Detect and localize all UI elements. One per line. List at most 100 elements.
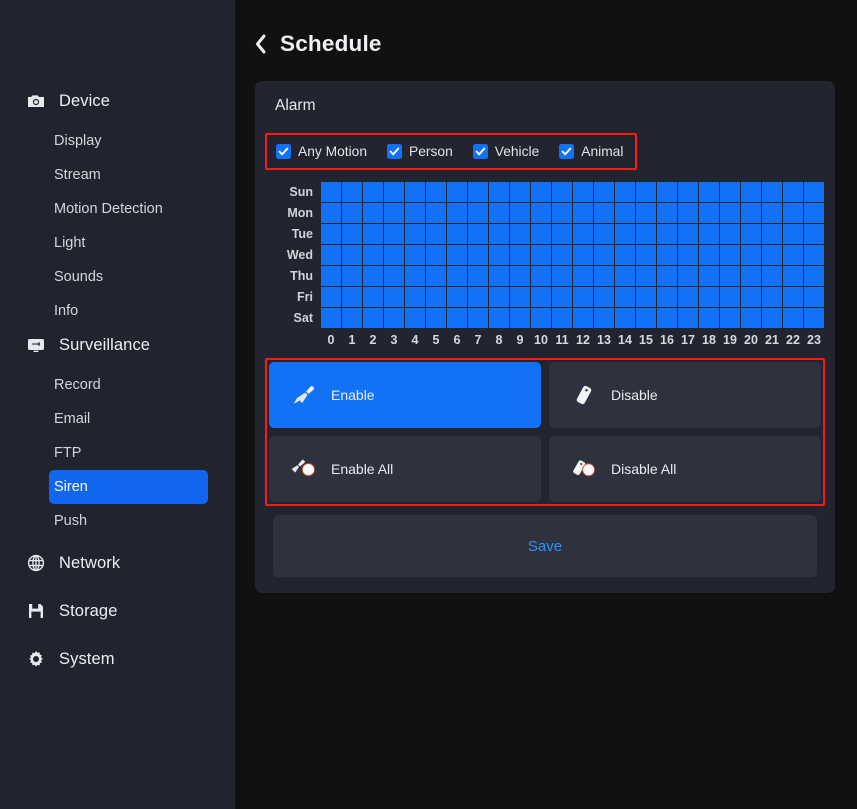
schedule-cell[interactable] — [636, 266, 656, 286]
schedule-cell[interactable] — [468, 182, 488, 202]
schedule-cell[interactable] — [342, 224, 362, 244]
schedule-cell[interactable] — [699, 182, 719, 202]
schedule-cell[interactable] — [321, 245, 341, 265]
schedule-cell[interactable] — [468, 224, 488, 244]
schedule-cell[interactable] — [405, 224, 425, 244]
schedule-cell[interactable] — [363, 308, 383, 328]
schedule-cell[interactable] — [594, 182, 614, 202]
schedule-cell[interactable] — [804, 245, 824, 265]
checkbox-animal[interactable]: Animal — [559, 144, 623, 159]
schedule-cell[interactable] — [489, 266, 509, 286]
schedule-cell[interactable] — [363, 224, 383, 244]
schedule-cell[interactable] — [384, 182, 404, 202]
schedule-cell[interactable] — [447, 287, 467, 307]
schedule-cell[interactable] — [720, 203, 740, 223]
schedule-cell[interactable] — [636, 245, 656, 265]
schedule-cell[interactable] — [552, 245, 572, 265]
schedule-cell[interactable] — [783, 224, 803, 244]
schedule-cell[interactable] — [426, 245, 446, 265]
schedule-cell[interactable] — [573, 266, 593, 286]
schedule-cell[interactable] — [321, 266, 341, 286]
schedule-cell[interactable] — [594, 203, 614, 223]
schedule-cell[interactable] — [573, 182, 593, 202]
schedule-cell[interactable] — [699, 224, 719, 244]
schedule-cell[interactable] — [510, 245, 530, 265]
chevron-left-icon[interactable] — [249, 31, 271, 57]
schedule-cell[interactable] — [405, 203, 425, 223]
sidebar-item-system[interactable]: System — [0, 642, 235, 676]
schedule-cell[interactable] — [342, 245, 362, 265]
schedule-cell[interactable] — [342, 308, 362, 328]
schedule-cell[interactable] — [489, 224, 509, 244]
sidebar-item-record[interactable]: Record — [49, 368, 208, 402]
schedule-cell[interactable] — [426, 266, 446, 286]
schedule-cell[interactable] — [678, 266, 698, 286]
schedule-cell[interactable] — [447, 224, 467, 244]
schedule-cell[interactable] — [720, 266, 740, 286]
schedule-cell[interactable] — [489, 245, 509, 265]
schedule-cell[interactable] — [615, 266, 635, 286]
schedule-cell[interactable] — [384, 266, 404, 286]
schedule-cell[interactable] — [447, 245, 467, 265]
schedule-cell[interactable] — [762, 203, 782, 223]
schedule-cell[interactable] — [615, 182, 635, 202]
schedule-cell[interactable] — [615, 224, 635, 244]
schedule-cell[interactable] — [720, 287, 740, 307]
schedule-cell[interactable] — [636, 224, 656, 244]
schedule-cell[interactable] — [657, 287, 677, 307]
schedule-cell[interactable] — [573, 245, 593, 265]
schedule-cell[interactable] — [426, 182, 446, 202]
schedule-cell[interactable] — [615, 203, 635, 223]
schedule-cell[interactable] — [405, 245, 425, 265]
schedule-cell[interactable] — [741, 287, 761, 307]
schedule-cell[interactable] — [783, 308, 803, 328]
schedule-cell[interactable] — [636, 182, 656, 202]
schedule-cell[interactable] — [531, 287, 551, 307]
schedule-cell[interactable] — [699, 287, 719, 307]
schedule-cell[interactable] — [762, 266, 782, 286]
sidebar-item-storage[interactable]: Storage — [0, 594, 235, 628]
schedule-cell[interactable] — [510, 224, 530, 244]
schedule-cell[interactable] — [657, 203, 677, 223]
schedule-cell[interactable] — [804, 266, 824, 286]
schedule-cell[interactable] — [720, 245, 740, 265]
schedule-cell[interactable] — [720, 308, 740, 328]
schedule-cell[interactable] — [489, 203, 509, 223]
schedule-cell[interactable] — [405, 266, 425, 286]
schedule-cell[interactable] — [363, 245, 383, 265]
schedule-cell[interactable] — [699, 203, 719, 223]
schedule-cell[interactable] — [531, 266, 551, 286]
checkbox-vehicle[interactable]: Vehicle — [472, 144, 539, 159]
schedule-cell[interactable] — [678, 308, 698, 328]
schedule-cell[interactable] — [384, 224, 404, 244]
checkbox-person[interactable]: Person — [387, 144, 453, 159]
schedule-cell[interactable] — [657, 224, 677, 244]
schedule-cell[interactable] — [363, 266, 383, 286]
schedule-cell[interactable] — [741, 266, 761, 286]
schedule-cell[interactable] — [447, 308, 467, 328]
schedule-cell[interactable] — [762, 245, 782, 265]
schedule-cell[interactable] — [762, 182, 782, 202]
schedule-cell[interactable] — [342, 266, 362, 286]
schedule-cell[interactable] — [657, 245, 677, 265]
schedule-cell[interactable] — [762, 308, 782, 328]
checkmark-icon[interactable] — [276, 144, 291, 159]
schedule-cell[interactable] — [384, 287, 404, 307]
checkmark-icon[interactable] — [472, 144, 488, 159]
schedule-cell[interactable] — [510, 287, 530, 307]
schedule-cell[interactable] — [678, 245, 698, 265]
schedule-cell[interactable] — [468, 245, 488, 265]
sidebar-item-sounds[interactable]: Sounds — [49, 260, 208, 294]
schedule-cell[interactable] — [426, 224, 446, 244]
schedule-cell[interactable] — [531, 224, 551, 244]
schedule-cell[interactable] — [783, 182, 803, 202]
schedule-cell[interactable] — [363, 182, 383, 202]
schedule-cell[interactable] — [405, 287, 425, 307]
schedule-cell[interactable] — [573, 308, 593, 328]
schedule-cell[interactable] — [321, 182, 341, 202]
schedule-cell[interactable] — [573, 287, 593, 307]
schedule-cell[interactable] — [594, 287, 614, 307]
schedule-cell[interactable] — [783, 245, 803, 265]
schedule-cell[interactable] — [342, 203, 362, 223]
schedule-cell[interactable] — [573, 203, 593, 223]
